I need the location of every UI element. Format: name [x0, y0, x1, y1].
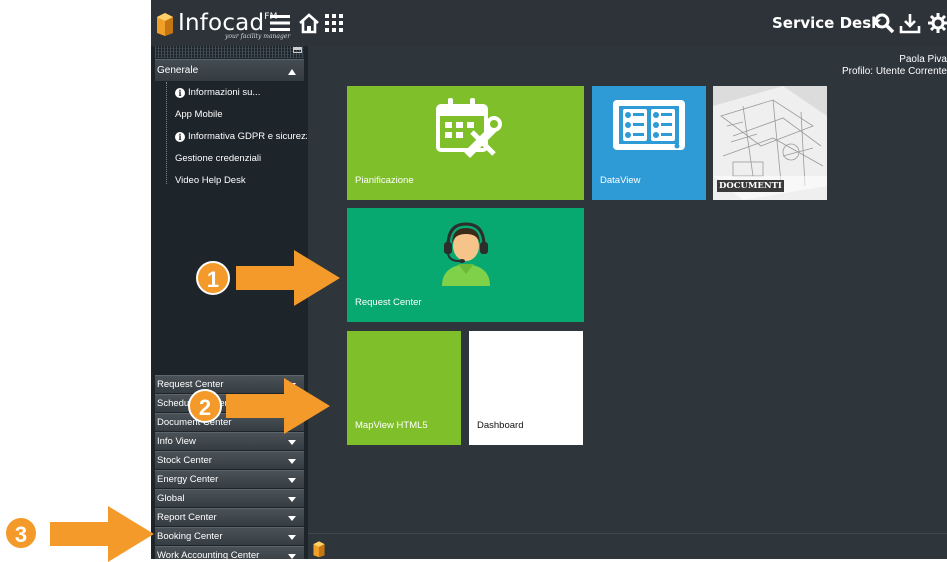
callout-arrow-2 — [226, 378, 330, 434]
callout-arrow-3 — [50, 506, 154, 562]
top-bar: InfocadFM your facility manager Service … — [151, 0, 947, 46]
accordion-label: Work Accounting Center — [157, 550, 260, 559]
main-panel: Paola Piva Profilo: Utente Corrente Pian… — [308, 46, 947, 533]
chevron-down-icon — [288, 535, 296, 540]
tile-label: DOCUMENTI — [717, 180, 784, 192]
user-name: Paola Piva — [899, 54, 947, 65]
calendar-tools-icon — [436, 98, 502, 158]
tile-label: DataView — [600, 175, 641, 186]
chevron-down-icon — [288, 459, 296, 464]
tile-documenti[interactable]: DOCUMENTI — [713, 86, 827, 200]
chevron-down-icon — [288, 478, 296, 483]
tile-label: Request Center — [355, 297, 422, 308]
accordion-label: Request Center — [157, 379, 224, 390]
chevron-down-icon — [288, 497, 296, 502]
info-icon: i — [175, 88, 185, 98]
sidebar-item-label: Informazioni su... — [188, 87, 261, 98]
tile-request-center[interactable]: Request Center — [347, 208, 584, 322]
tile-mapview[interactable]: MapView HTML5 — [347, 331, 461, 445]
tile-dataview[interactable]: DataView — [592, 86, 706, 200]
sidebar-drag-handle[interactable] — [155, 46, 304, 58]
accordion-label: Stock Center — [157, 455, 212, 466]
search-icon[interactable] — [873, 12, 895, 34]
callout-arrow-1 — [236, 250, 340, 306]
generale-items: i Informazioni su... App Mobile i Informat… — [155, 82, 307, 192]
tile-dashboard[interactable]: Dashboard — [469, 331, 583, 445]
info-icon: i — [175, 132, 185, 142]
accordion-label: Booking Center — [157, 531, 223, 542]
sidebar-item-video-help-desk[interactable]: Video Help Desk — [155, 170, 307, 192]
accordion-generale[interactable]: Generale — [155, 59, 304, 81]
settings-gear-icon[interactable] — [927, 12, 947, 34]
accordion-info-view[interactable]: Info View — [155, 432, 304, 450]
user-profile: Profilo: Utente Corrente — [841, 66, 947, 77]
chevron-up-icon — [288, 69, 296, 75]
tile-pianificazione[interactable]: Pianificazione — [347, 86, 584, 200]
sidebar-item-informazioni[interactable]: i Informazioni su... — [155, 82, 307, 104]
tile-label: Dashboard — [477, 420, 524, 431]
bottom-bar — [308, 533, 947, 559]
sidebar-item-label: App Mobile — [175, 109, 223, 120]
accordion-stock-center[interactable]: Stock Center — [155, 451, 304, 469]
dataview-monitor-icon — [613, 100, 685, 150]
page-title: Service Desk — [772, 14, 882, 32]
brand-name: InfocadFM — [178, 9, 277, 36]
infocad-logo-icon — [155, 11, 175, 36]
callout-badge-2: 2 — [188, 389, 222, 423]
sidebar-item-label: Informativa GDPR e sicurezz — [188, 131, 307, 142]
home-icon[interactable] — [298, 12, 320, 34]
sidebar-item-label: Gestione credenziali — [175, 153, 262, 164]
chevron-down-icon — [288, 554, 296, 559]
brand-tagline: your facility manager — [225, 33, 291, 40]
sidebar-item-label: Video Help Desk — [175, 175, 246, 186]
menu-icon[interactable] — [269, 12, 291, 34]
tile-label: MapView HTML5 — [355, 420, 428, 431]
chevron-down-icon — [288, 440, 296, 445]
accordion-label: Info View — [157, 436, 196, 447]
chevron-down-icon — [288, 516, 296, 521]
accordion-global[interactable]: Global — [155, 489, 304, 507]
download-icon[interactable] — [899, 12, 921, 34]
accordion-label: Report Center — [157, 512, 217, 523]
callout-badge-3: 3 — [4, 516, 38, 550]
sidebar-pin-icon[interactable] — [293, 47, 302, 53]
accordion-work-accounting-center[interactable]: Work Accounting Center — [155, 546, 304, 559]
accordion-label: Generale — [157, 65, 199, 76]
sidebar-item-gdpr[interactable]: i Informativa GDPR e sicurezz — [155, 126, 307, 148]
accordion-booking-center[interactable]: Booking Center — [155, 527, 304, 545]
sidebar-item-gestione-credenziali[interactable]: Gestione credenziali — [155, 148, 307, 170]
accordion-report-center[interactable]: Report Center — [155, 508, 304, 526]
infocad-logo-icon[interactable] — [312, 540, 326, 559]
accordion-energy-center[interactable]: Energy Center — [155, 470, 304, 488]
callout-badge-1: 1 — [196, 261, 230, 295]
apps-grid-icon[interactable] — [323, 12, 345, 34]
accordion-label: Energy Center — [157, 474, 219, 485]
accordion-label: Global — [157, 493, 185, 504]
support-operator-icon — [442, 222, 490, 286]
sidebar-item-app-mobile[interactable]: App Mobile — [155, 104, 307, 126]
tile-label: Pianificazione — [355, 175, 414, 186]
